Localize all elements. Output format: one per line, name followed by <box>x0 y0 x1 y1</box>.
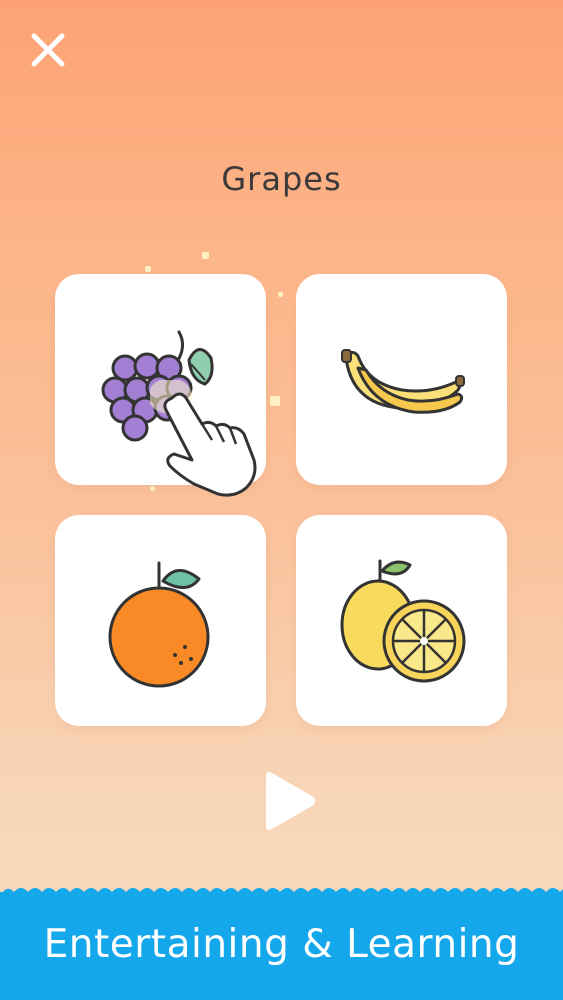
promo-banner: Entertaining & Learning <box>0 888 563 1000</box>
banner-text: Entertaining & Learning <box>43 922 520 967</box>
play-icon <box>266 772 315 830</box>
lemon-icon <box>340 559 465 682</box>
option-card-banana[interactable] <box>296 274 507 485</box>
banana-icon <box>340 348 465 414</box>
grapes-icon <box>101 330 214 441</box>
question-title: Grapes <box>221 160 342 198</box>
close-button[interactable] <box>28 30 68 70</box>
sparkle <box>278 292 283 297</box>
close-icon <box>31 33 65 67</box>
wave-edge <box>0 888 563 896</box>
option-card-lemon[interactable] <box>296 515 507 726</box>
option-card-orange[interactable] <box>55 515 266 726</box>
sparkle <box>270 396 280 406</box>
play-button[interactable] <box>258 768 320 834</box>
sparkle <box>150 486 155 491</box>
sparkle <box>202 252 209 259</box>
option-card-grapes[interactable] <box>55 274 266 485</box>
sparkle <box>145 266 151 272</box>
orange-icon <box>108 561 209 687</box>
